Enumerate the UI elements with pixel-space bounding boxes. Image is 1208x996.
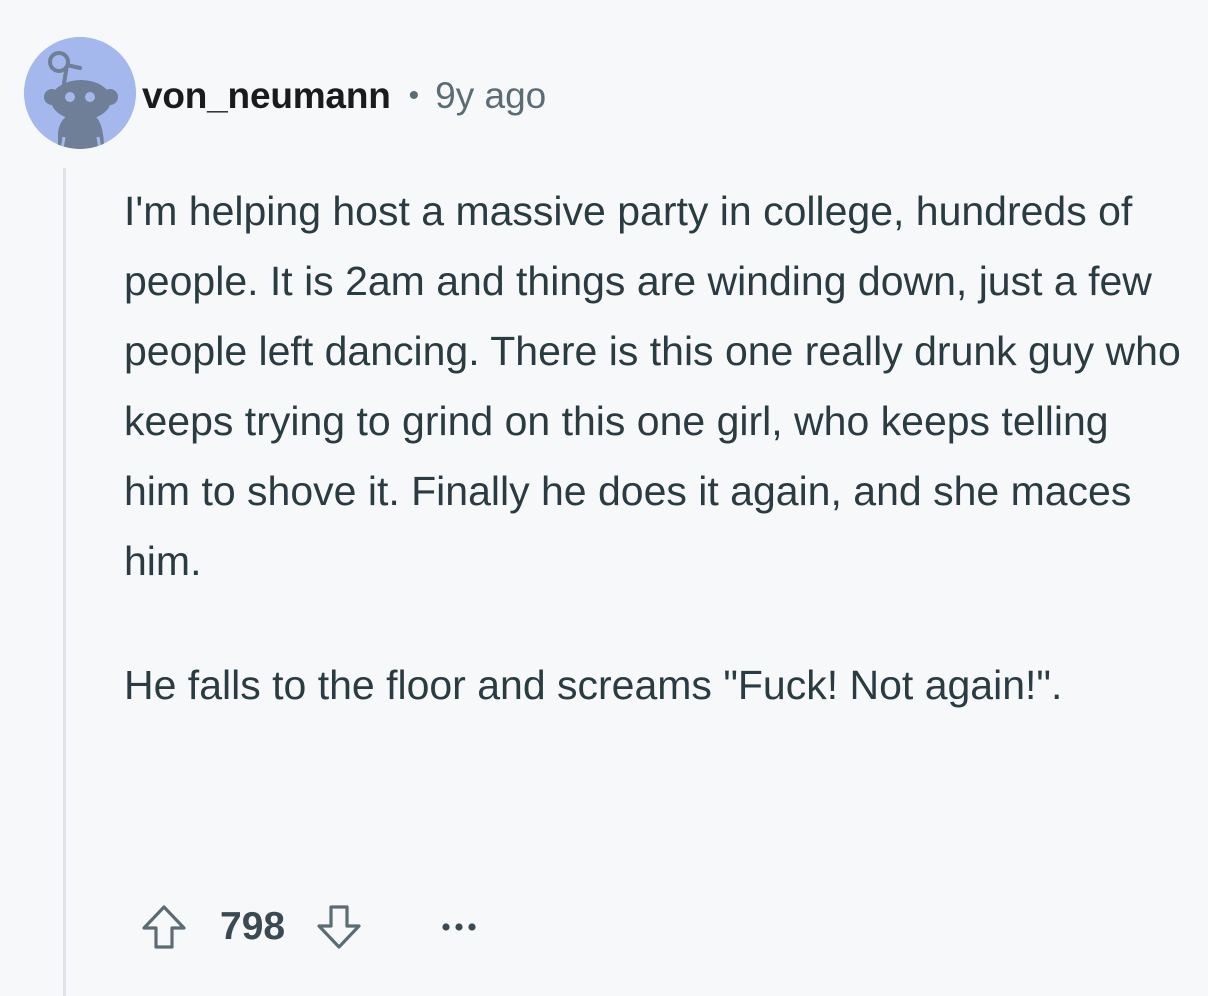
downvote-button[interactable] [311,899,367,955]
comment-age[interactable]: 9y ago [435,75,546,117]
upvote-arrow-icon [142,905,186,949]
snoo-avatar-icon [24,37,136,149]
vote-score: 798 [220,905,286,948]
thread-line[interactable] [63,168,66,996]
meta-separator: • [408,79,420,112]
comment-actions: 798 [136,896,489,958]
comment-paragraph: He falls to the floor and screams "Fuck!… [124,662,1063,708]
user-avatar[interactable] [24,37,136,149]
downvote-arrow-icon [317,905,361,949]
username-link[interactable]: von_neumann [142,75,391,117]
more-options-button[interactable] [429,899,489,955]
more-options-icon [442,923,476,931]
comment: von_neumann • 9y ago I'm helping host a … [0,0,1208,996]
comment-body: I'm helping host a massive party in coll… [124,176,1184,720]
comment-header: von_neumann • 9y ago [142,72,546,120]
comment-paragraph: I'm helping host a massive party in coll… [124,188,1181,584]
upvote-button[interactable] [136,899,192,955]
